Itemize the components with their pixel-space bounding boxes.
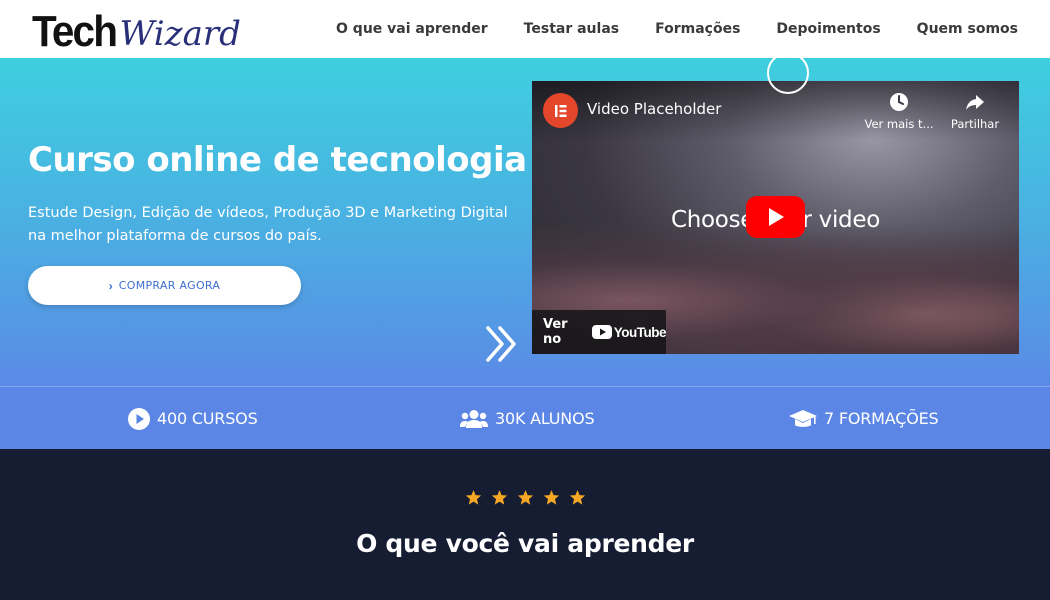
elementor-logo-icon[interactable] — [543, 93, 578, 128]
play-icon — [768, 208, 784, 226]
youtube-logo: YouTube — [591, 324, 667, 340]
logo-tech-text: Tech — [32, 7, 118, 56]
main-nav: O que vai aprender Testar aulas Formaçõe… — [336, 0, 1018, 58]
nav-item-o-que-vai-aprender[interactable]: O que vai aprender — [336, 21, 488, 37]
star-icon — [517, 490, 533, 505]
stat-students-label: 30K ALUNOS — [495, 409, 595, 428]
watch-on-youtube-button[interactable]: Ver no YouTube — [532, 310, 667, 354]
share-label: Partilhar — [950, 117, 1000, 131]
users-icon — [460, 409, 488, 428]
learn-section-title: O que você vai aprender — [356, 529, 694, 558]
stats-bar: 400 CURSOS 30K ALUNOS 7 FORMAÇÕES — [0, 386, 1050, 449]
stat-courses-label: 400 CURSOS — [157, 409, 258, 428]
star-icon — [491, 490, 507, 505]
star-icon — [569, 490, 585, 505]
star-icon — [465, 490, 481, 505]
rating-stars — [0, 489, 1050, 506]
stat-formations: 7 FORMAÇÕES — [789, 387, 939, 450]
youtube-icon — [591, 325, 612, 339]
hero-section: Curso online de tecnologia Estude Design… — [0, 52, 1050, 386]
stat-students: 30K ALUNOS — [460, 387, 595, 450]
stat-formations-label: 7 FORMAÇÕES — [824, 409, 939, 428]
watch-later-button[interactable]: Ver mais t... — [859, 91, 939, 131]
nav-item-formacoes[interactable]: Formações — [655, 21, 740, 37]
nav-item-testar-aulas[interactable]: Testar aulas — [524, 21, 619, 37]
nav-item-depoimentos[interactable]: Depoimentos — [776, 21, 880, 37]
hero-title: Curso online de tecnologia — [28, 140, 527, 180]
share-button[interactable]: Partilhar — [935, 91, 1015, 131]
watch-on-label: Ver no — [543, 317, 568, 347]
stat-courses: 400 CURSOS — [128, 387, 258, 450]
youtube-play-button[interactable] — [746, 196, 805, 238]
logo-wizard-text: Wizard — [119, 14, 241, 54]
share-arrow-icon — [966, 95, 984, 110]
hero-description: Estude Design, Edição de vídeos, Produçã… — [28, 205, 508, 244]
play-circle-icon — [128, 407, 150, 430]
double-chevron-right-icon — [486, 326, 516, 362]
watch-later-label: Ver mais t... — [864, 117, 934, 131]
clock-icon — [890, 93, 908, 111]
site-header: Tech Wizard O que vai aprender Testar au… — [0, 0, 1050, 58]
buy-now-button[interactable]: › COMPRAR AGORA — [28, 266, 301, 305]
decorative-circle — [767, 52, 809, 94]
star-icon — [543, 490, 559, 505]
chevron-right-icon: › — [108, 278, 113, 293]
nav-item-quem-somos[interactable]: Quem somos — [917, 21, 1018, 37]
learn-section: O que você vai aprender — [0, 449, 1050, 600]
graduation-cap-icon — [789, 409, 817, 427]
buy-now-label: COMPRAR AGORA — [118, 279, 221, 292]
techwizard-logo[interactable]: Tech Wizard — [32, 6, 241, 56]
video-embed[interactable]: Video Placeholder Ver mais t... Partilha… — [532, 81, 1019, 354]
youtube-wordmark: YouTube — [613, 324, 667, 340]
video-title[interactable]: Video Placeholder — [587, 100, 721, 118]
